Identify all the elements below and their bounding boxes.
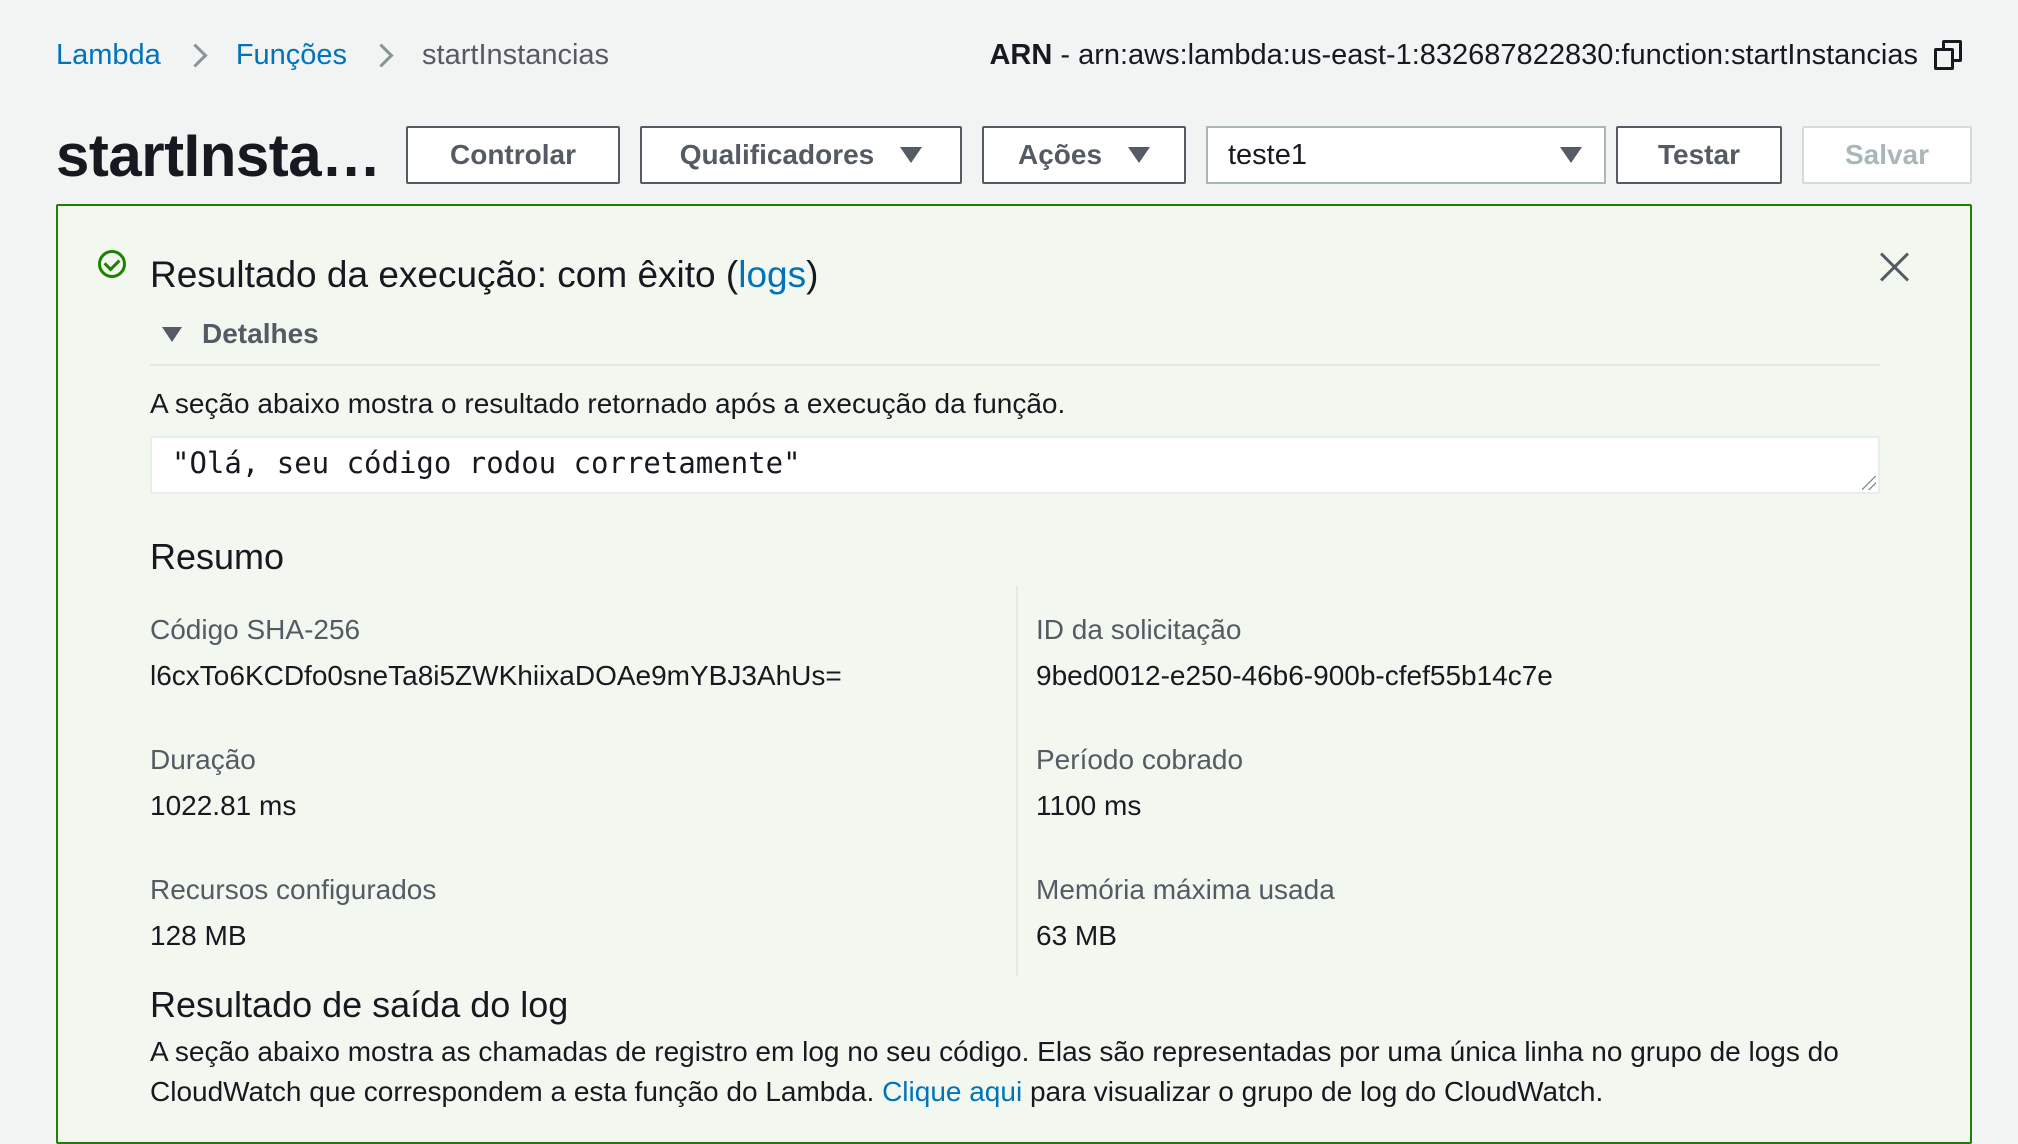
max-memory-field: Memória máxima usada 63 MB <box>1036 874 1335 952</box>
cloudwatch-link[interactable]: Clique aqui <box>882 1076 1022 1107</box>
arn-display: ARN - arn:aws:lambda:us-east-1:832687822… <box>989 39 1962 72</box>
log-text-after: para visualizar o grupo de log do CloudW… <box>1022 1076 1604 1107</box>
log-output-title: Resultado de saída do log <box>150 984 569 1025</box>
result-heading-prefix: Resultado da execução: com êxito ( <box>150 254 739 295</box>
max-memory-value: 63 MB <box>1036 920 1117 951</box>
sha-field: Código SHA-256 l6cxTo6KCDfo0sneTa8i5ZWKh… <box>150 614 842 692</box>
chevron-right-icon <box>183 42 208 68</box>
resize-handle-icon[interactable] <box>1862 476 1876 490</box>
execution-result-panel: Resultado da execução: com êxito (logs) … <box>56 204 1972 1144</box>
request-id-label: ID da solicitação <box>1036 614 1242 645</box>
request-id-field: ID da solicitação 9bed0012-e250-46b6-900… <box>1036 614 1553 692</box>
throttle-button-label: Controlar <box>450 139 576 170</box>
billed-duration-label: Período cobrado <box>1036 744 1244 775</box>
request-id-value: 9bed0012-e250-46b6-900b-cfef55b14c7e <box>1036 660 1553 691</box>
test-event-select[interactable]: teste1 <box>1206 126 1606 184</box>
throttle-button[interactable]: Controlar <box>406 126 620 184</box>
check-circle-icon <box>98 250 126 278</box>
actions-dropdown[interactable]: Ações <box>982 126 1186 184</box>
max-memory-label: Memória máxima usada <box>1036 874 1335 905</box>
result-heading: Resultado da execução: com êxito (logs) <box>150 254 818 296</box>
actions-label: Ações <box>1017 139 1103 170</box>
breadcrumb: Lambda Funções startInstancias <box>56 39 609 72</box>
breadcrumb-current: startInstancias <box>422 38 610 71</box>
arn-label: ARN <box>989 38 1053 71</box>
logs-link[interactable]: logs <box>738 254 806 295</box>
result-output-textarea[interactable]: "Olá, seu código rodou corretamente" <box>150 436 1880 494</box>
billed-duration-value: 1100 ms <box>1036 790 1142 821</box>
page-title: startInstancias <box>56 121 386 189</box>
resources-label: Recursos configurados <box>150 874 437 905</box>
breadcrumb-lambda[interactable]: Lambda <box>56 39 161 72</box>
resources-field: Recursos configurados 128 MB <box>150 874 436 952</box>
top-bar: Lambda Funções startInstancias ARN - arn… <box>56 30 1962 80</box>
test-button-label: Testar <box>1658 139 1740 170</box>
column-divider <box>1016 586 1018 976</box>
duration-value: 1022.81 ms <box>150 790 297 821</box>
caret-down-icon <box>1560 147 1582 163</box>
sha-value: l6cxTo6KCDfo0sneTa8i5ZWKhiixaDOAe9mYBJ3A… <box>150 660 842 691</box>
copy-icon[interactable] <box>1934 40 1962 70</box>
qualifiers-dropdown[interactable]: Qualificadores <box>640 126 962 184</box>
duration-label: Duração <box>150 744 256 775</box>
close-icon[interactable] <box>1878 250 1912 284</box>
billed-duration-field: Período cobrado 1100 ms <box>1036 744 1243 822</box>
caret-down-icon <box>1128 147 1151 163</box>
details-label: Detalhes <box>202 318 319 349</box>
arn-value: arn:aws:lambda:us-east-1:832687822830:fu… <box>1078 38 1918 71</box>
details-toggle[interactable]: Detalhes <box>162 318 319 350</box>
resources-value: 128 MB <box>150 920 247 951</box>
save-button[interactable]: Salvar <box>1802 126 1972 184</box>
function-header: startInstancias Controlar Qualificadores… <box>56 122 1972 189</box>
breadcrumb-functions[interactable]: Funções <box>236 39 347 72</box>
result-description: A seção abaixo mostra o resultado retorn… <box>150 388 1066 419</box>
qualifiers-label: Qualificadores <box>679 139 875 170</box>
caret-down-icon <box>162 326 182 342</box>
save-button-label: Salvar <box>1844 139 1930 170</box>
duration-field: Duração 1022.81 ms <box>150 744 296 822</box>
test-button[interactable]: Testar <box>1616 126 1782 184</box>
summary-grid: Código SHA-256 l6cxTo6KCDfo0sneTa8i5ZWKh… <box>150 586 1880 976</box>
result-heading-suffix: ) <box>806 254 819 295</box>
caret-down-icon <box>900 147 923 163</box>
chevron-right-icon <box>369 42 394 68</box>
summary-title: Resumo <box>150 536 285 577</box>
sha-label: Código SHA-256 <box>150 614 361 645</box>
divider <box>150 364 1880 366</box>
result-output-text: "Olá, seu código rodou corretamente" <box>172 446 801 480</box>
log-output-description: A seção abaixo mostra as chamadas de reg… <box>150 1032 1910 1112</box>
arn-separator: - <box>1052 38 1079 71</box>
test-event-value: teste1 <box>1228 138 1307 171</box>
